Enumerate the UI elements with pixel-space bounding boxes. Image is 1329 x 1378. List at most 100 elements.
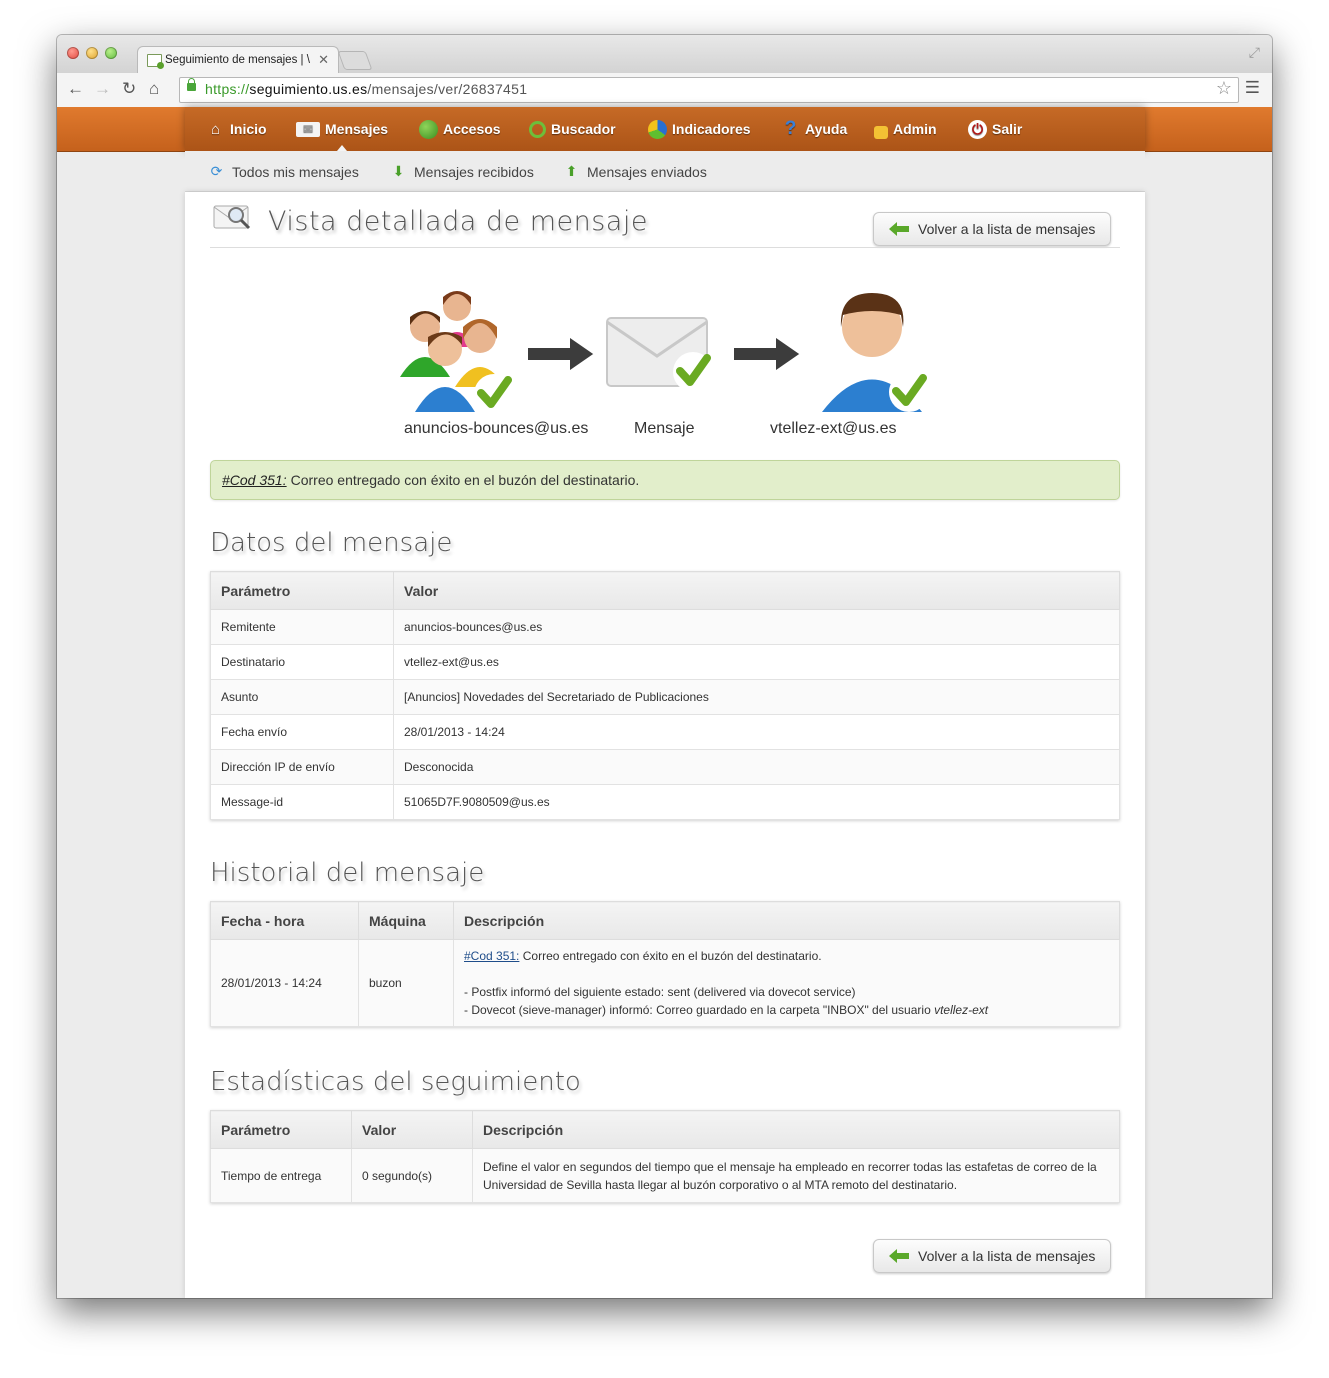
datos-value: 28/01/2013 - 14:24 — [393, 714, 1120, 750]
refresh-arrows-icon: ⟳ — [210, 163, 223, 179]
datos-value: [Anuncios] Novedades del Secretariado de… — [393, 679, 1120, 715]
table-row: Asunto [Anuncios] Novedades del Secretari… — [210, 679, 1120, 715]
historial-code-link[interactable]: #Cod 351: — [464, 949, 519, 963]
flow-recipient-label: vtellez-ext@us.es — [770, 420, 897, 437]
datos-header-parametro: Parámetro — [210, 571, 394, 610]
fullscreen-icon[interactable]: ⤢ — [1249, 44, 1260, 61]
main-content: Vista detallada de mensaje Volver a la l… — [185, 192, 1145, 1298]
estadisticas-descripcion: Define el valor en segundos del tiempo q… — [472, 1148, 1120, 1203]
back-to-list-button-top[interactable]: Volver a la lista de mensajes — [873, 212, 1111, 246]
nav-item-mensajes[interactable]: ✉ Mensajes — [296, 107, 388, 151]
nav-item-ayuda[interactable]: ? Ayuda — [781, 107, 848, 151]
historial-fecha: 28/01/2013 - 14:24 — [210, 939, 359, 1027]
browser-window: Seguimiento de mensajes | \ ✕ ⤢ ← → ↻ ⌂ … — [57, 35, 1272, 1298]
historial-header-descripcion: Descripción — [453, 901, 1120, 940]
historial-table: Fecha - hora Máquina Descripción 28/01/2… — [210, 901, 1120, 1027]
historial-section-title: Historial del mensaje — [210, 858, 485, 888]
tab-close-icon[interactable]: ✕ — [318, 52, 329, 68]
top-navigation-bar: ⌂ Inicio ✉ Mensajes Accesos Buscador Indic… — [57, 107, 1272, 152]
estadisticas-header-descripcion: Descripción — [472, 1110, 1120, 1149]
datos-table: Parámetro Valor Remitente anuncios-bounce… — [210, 571, 1120, 820]
datos-section-title: Datos del mensaje — [210, 528, 453, 558]
datos-param: Asunto — [210, 679, 394, 715]
question-icon: ? — [784, 118, 797, 139]
reload-icon[interactable]: ↻ — [122, 79, 136, 99]
table-row: Dirección IP de envío Desconocida — [210, 749, 1120, 785]
forward-arrow-icon[interactable]: → — [94, 79, 111, 99]
historial-descripcion: #Cod 351: Correo entregado con éxito en … — [453, 939, 1120, 1027]
inbox-download-icon: ⬇ — [392, 163, 405, 179]
nav-item-admin[interactable]: Admin — [874, 107, 937, 151]
datos-param: Fecha envío — [210, 714, 394, 750]
tab-title: Seguimiento de mensajes | \ — [165, 54, 310, 66]
datos-param: Message-id — [210, 784, 394, 820]
favicon-icon — [147, 54, 164, 69]
estadisticas-table: Parámetro Valor Descripción Tiempo de en… — [210, 1110, 1120, 1203]
back-to-list-button-bottom[interactable]: Volver a la lista de mensajes — [873, 1239, 1111, 1273]
sub-navigation: ⟳ Todos mis mensajes ⬇ Mensajes recibidos … — [185, 151, 1145, 192]
table-row: Remitente anuncios-bounces@us.es — [210, 609, 1120, 645]
flow-sender-label: anuncios-bounces@us.es — [404, 420, 589, 437]
browser-toolbar: ← → ↻ ⌂ https://seguimiento.us.es/mensaj… — [57, 73, 1272, 108]
estadisticas-section-title: Estadísticas del seguimiento — [210, 1067, 581, 1097]
historial-line-postfix: - Postfix informó del siguiente estado: … — [464, 985, 856, 999]
historial-header-maquina: Máquina — [358, 901, 454, 940]
message-search-icon — [213, 205, 251, 230]
datos-param: Remitente — [210, 609, 394, 645]
estadisticas-parametro: Tiempo de entrega — [210, 1148, 352, 1203]
browser-menu-icon[interactable]: ☰ — [1245, 78, 1260, 98]
historial-line-dovecot: - Dovecot (sieve-manager) informó: Corre… — [464, 1003, 931, 1017]
nav-item-inicio[interactable]: ⌂ Inicio — [206, 107, 267, 151]
home-button-icon[interactable]: ⌂ — [149, 79, 159, 99]
datos-param: Dirección IP de envío — [210, 749, 394, 785]
nav-item-accesos[interactable]: Accesos — [419, 107, 501, 151]
subnav-enviados[interactable]: ⬆ Mensajes enviados — [563, 163, 707, 180]
datos-header-valor: Valor — [393, 571, 1120, 610]
status-code-link[interactable]: #Cod 351: — [222, 472, 287, 488]
title-bar: Seguimiento de mensajes | \ ✕ ⤢ — [57, 35, 1272, 75]
message-envelope-icon — [606, 317, 713, 392]
pie-chart-icon — [648, 119, 667, 139]
estadisticas-header-parametro: Parámetro — [210, 1110, 352, 1149]
bookmark-star-icon[interactable]: ☆ — [1216, 78, 1232, 99]
historial-maquina: buzon — [358, 939, 454, 1027]
flow-message-label: Mensaje — [634, 420, 695, 437]
browser-tab[interactable]: Seguimiento de mensajes | \ ✕ — [137, 46, 339, 75]
green-back-arrow-icon — [889, 1249, 909, 1263]
flow-arrow-icon-1 — [526, 334, 597, 374]
historial-user: vtellez-ext — [934, 1003, 989, 1017]
top-navigation-inner: ⌂ Inicio ✉ Mensajes Accesos Buscador Indic… — [185, 107, 1145, 151]
close-window-button[interactable] — [67, 47, 79, 59]
sender-group-icon — [400, 291, 514, 414]
zoom-window-button[interactable] — [105, 47, 117, 59]
envelope-icon: ✉ — [296, 121, 320, 137]
outbox-upload-icon: ⬆ — [565, 163, 578, 179]
globe-icon — [419, 119, 438, 139]
address-bar[interactable]: https://seguimiento.us.es/mensajes/ver/2… — [179, 77, 1239, 103]
green-back-arrow-icon — [889, 222, 909, 236]
estadisticas-header-valor: Valor — [351, 1110, 473, 1149]
new-tab-button[interactable] — [337, 51, 373, 70]
minimize-window-button[interactable] — [86, 47, 98, 59]
page-viewport: ⌂ Inicio ✉ Mensajes Accesos Buscador Indic… — [57, 107, 1272, 1298]
nav-item-salir[interactable]: ⏻ Salir — [968, 107, 1022, 151]
nav-item-buscador[interactable]: Buscador — [529, 107, 616, 151]
datos-value: vtellez-ext@us.es — [393, 644, 1120, 680]
table-row: Destinatario vtellez-ext@us.es — [210, 644, 1120, 680]
datos-param: Destinatario — [210, 644, 394, 680]
flow-arrow-icon-2 — [732, 334, 803, 374]
nav-item-indicadores[interactable]: Indicadores — [648, 107, 751, 151]
recipient-user-icon — [822, 293, 929, 412]
power-icon: ⏻ — [968, 119, 987, 139]
subnav-todos[interactable]: ⟳ Todos mis mensajes — [208, 163, 359, 180]
table-row: 28/01/2013 - 14:24 buzon #Cod 351: Corre… — [210, 939, 1120, 1027]
title-divider — [210, 247, 1120, 248]
table-row: Tiempo de entrega 0 segundo(s) Define el… — [210, 1148, 1120, 1203]
historial-header-fecha: Fecha - hora — [210, 901, 359, 940]
estadisticas-valor: 0 segundo(s) — [351, 1148, 473, 1203]
traffic-lights — [67, 47, 117, 59]
historial-desc-main: Correo entregado con éxito en el buzón d… — [522, 949, 822, 963]
back-arrow-icon[interactable]: ← — [67, 79, 84, 99]
table-row: Message-id 51065D7F.9080509@us.es — [210, 784, 1120, 820]
subnav-recibidos[interactable]: ⬇ Mensajes recibidos — [390, 163, 534, 180]
